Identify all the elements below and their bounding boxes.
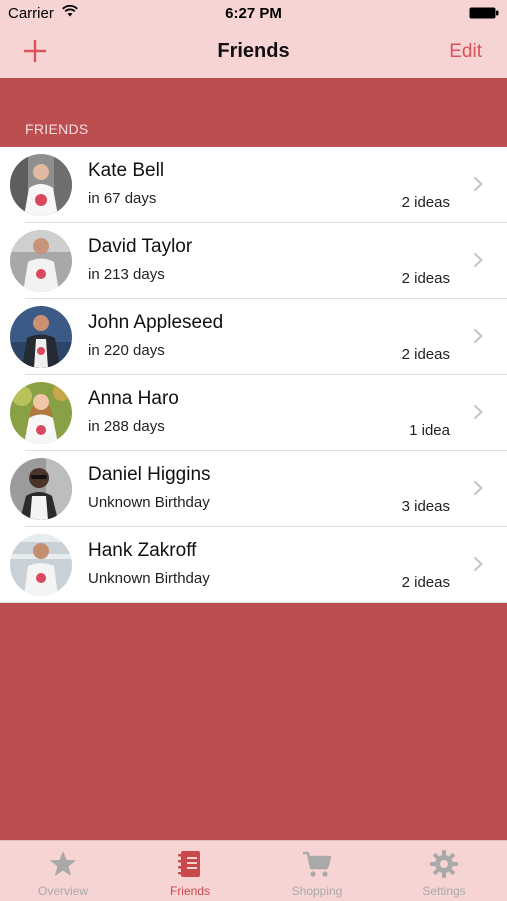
friend-row[interactable]: John Appleseed in 220 days 2 ideas [0, 299, 507, 375]
friend-row[interactable]: Daniel Higgins Unknown Birthday 3 ideas [0, 451, 507, 527]
friend-name: Anna Haro [88, 388, 179, 409]
friend-birthday: in 67 days [88, 190, 157, 207]
friends-list: Kate Bell in 67 days 2 ideas David Taylo… [0, 147, 507, 603]
gear-icon [430, 850, 458, 878]
tab-friends[interactable]: Friends [127, 841, 253, 901]
idea-count: 2 ideas [401, 346, 450, 363]
friend-birthday: in 288 days [88, 418, 165, 435]
clock: 6:27 PM [225, 5, 282, 22]
friend-name: John Appleseed [88, 312, 224, 333]
friend-row[interactable]: David Taylor in 213 days 2 ideas [0, 223, 507, 299]
tab-shopping[interactable]: Shopping [254, 841, 380, 901]
tab-label: Overview [37, 884, 88, 898]
battery-icon [469, 7, 499, 19]
chevron-right-icon [473, 480, 483, 496]
tab-label: Shopping [291, 884, 343, 898]
avatar [10, 306, 72, 368]
notebook-icon [178, 851, 200, 877]
tab-label: Settings [422, 884, 466, 898]
idea-count: 2 ideas [401, 574, 450, 591]
edit-button[interactable]: Edit [449, 41, 482, 63]
avatar [10, 154, 72, 216]
chevron-right-icon [473, 556, 483, 572]
tab-settings[interactable]: Settings [381, 841, 507, 901]
row-divider [0, 602, 507, 603]
friend-birthday: in 220 days [88, 342, 165, 359]
page-title: Friends [217, 40, 290, 62]
idea-count: 2 ideas [401, 270, 450, 287]
idea-count: 1 idea [409, 422, 450, 439]
avatar [10, 382, 72, 444]
chevron-right-icon [473, 252, 483, 268]
navigation-bar: Friends Edit [0, 26, 507, 78]
friend-row[interactable]: Kate Bell in 67 days 2 ideas [0, 147, 507, 223]
chevron-right-icon [473, 176, 483, 192]
idea-count: 3 ideas [401, 498, 450, 515]
friend-name: Kate Bell [88, 160, 165, 181]
avatar [10, 230, 72, 292]
section-header: FRIENDS [25, 121, 89, 137]
chevron-right-icon [473, 328, 483, 344]
avatar [10, 458, 72, 520]
tab-bar: Overview Friends Shopping Settings [0, 840, 507, 901]
tab-overview[interactable]: Overview [0, 841, 126, 901]
avatar [10, 534, 72, 596]
friend-row[interactable]: Anna Haro in 288 days 1 idea [0, 375, 507, 451]
friend-birthday: in 213 days [88, 266, 165, 283]
status-bar: Carrier 6:27 PM [0, 0, 507, 26]
star-icon [50, 851, 76, 876]
friend-name: Hank Zakroff [88, 540, 197, 561]
cart-icon [303, 851, 332, 877]
friend-row[interactable]: Hank Zakroff Unknown Birthday 2 ideas [0, 527, 507, 603]
tab-label: Friends [169, 884, 210, 898]
idea-count: 2 ideas [401, 194, 450, 211]
chevron-right-icon [473, 404, 483, 420]
friend-birthday: Unknown Birthday [88, 494, 210, 511]
friend-birthday: Unknown Birthday [88, 570, 210, 587]
friend-name: David Taylor [88, 236, 193, 257]
friend-name: Daniel Higgins [88, 464, 211, 485]
